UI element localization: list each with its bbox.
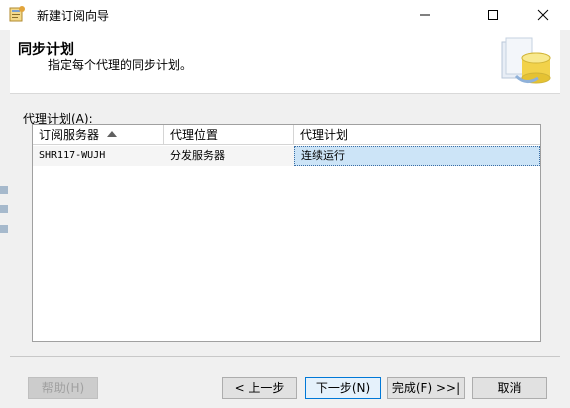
sort-ascending-icon xyxy=(107,131,117,137)
next-button[interactable]: 下一步(N) xyxy=(305,377,381,399)
agent-schedule-grid[interactable]: 订阅服务器 代理位置 代理计划 SHR117-WUJH 分发服务器 连续运行 xyxy=(32,124,541,342)
subscriber-cell: SHR117-WUJH xyxy=(39,150,106,161)
wizard-window: 新建订阅向导 同步计划 指定每个代理的同步计划。 代理计划(A): 订阅服务器 … xyxy=(0,0,570,408)
database-wizard-icon xyxy=(498,34,554,90)
page-subtitle: 指定每个代理的同步计划。 xyxy=(48,58,193,72)
table-row[interactable]: SHR117-WUJH 分发服务器 连续运行 xyxy=(33,146,540,166)
wizard-header: 同步计划 指定每个代理的同步计划。 xyxy=(10,30,560,94)
column-header-label: 订阅服务器 xyxy=(39,128,100,142)
background-window-edge xyxy=(0,225,8,233)
background-window-edge xyxy=(0,205,8,213)
column-header-label: 代理计划 xyxy=(300,128,349,142)
back-button[interactable]: < 上一步 xyxy=(222,377,297,399)
window-title: 新建订阅向导 xyxy=(37,9,110,23)
help-button[interactable]: 帮助(H) xyxy=(28,377,98,399)
location-cell: 分发服务器 xyxy=(170,149,225,162)
maximize-icon[interactable] xyxy=(470,0,516,30)
schedule-cell[interactable]: 连续运行 xyxy=(294,146,540,166)
cancel-button[interactable]: 取消 xyxy=(472,377,547,399)
background-window-edge xyxy=(0,186,8,194)
finish-button[interactable]: 完成(F) >>| xyxy=(387,377,465,399)
column-header-label: 代理位置 xyxy=(170,128,219,142)
grid-header: 订阅服务器 代理位置 代理计划 xyxy=(33,125,540,145)
column-header-schedule[interactable]: 代理计划 xyxy=(294,125,540,145)
column-header-location[interactable]: 代理位置 xyxy=(164,125,294,145)
close-icon[interactable] xyxy=(520,0,566,30)
title-bar[interactable]: 新建订阅向导 xyxy=(0,0,570,30)
column-header-subscriber[interactable]: 订阅服务器 xyxy=(33,125,164,145)
footer-divider xyxy=(10,356,560,357)
wizard-app-icon xyxy=(8,5,26,23)
minimize-icon[interactable] xyxy=(402,0,448,30)
